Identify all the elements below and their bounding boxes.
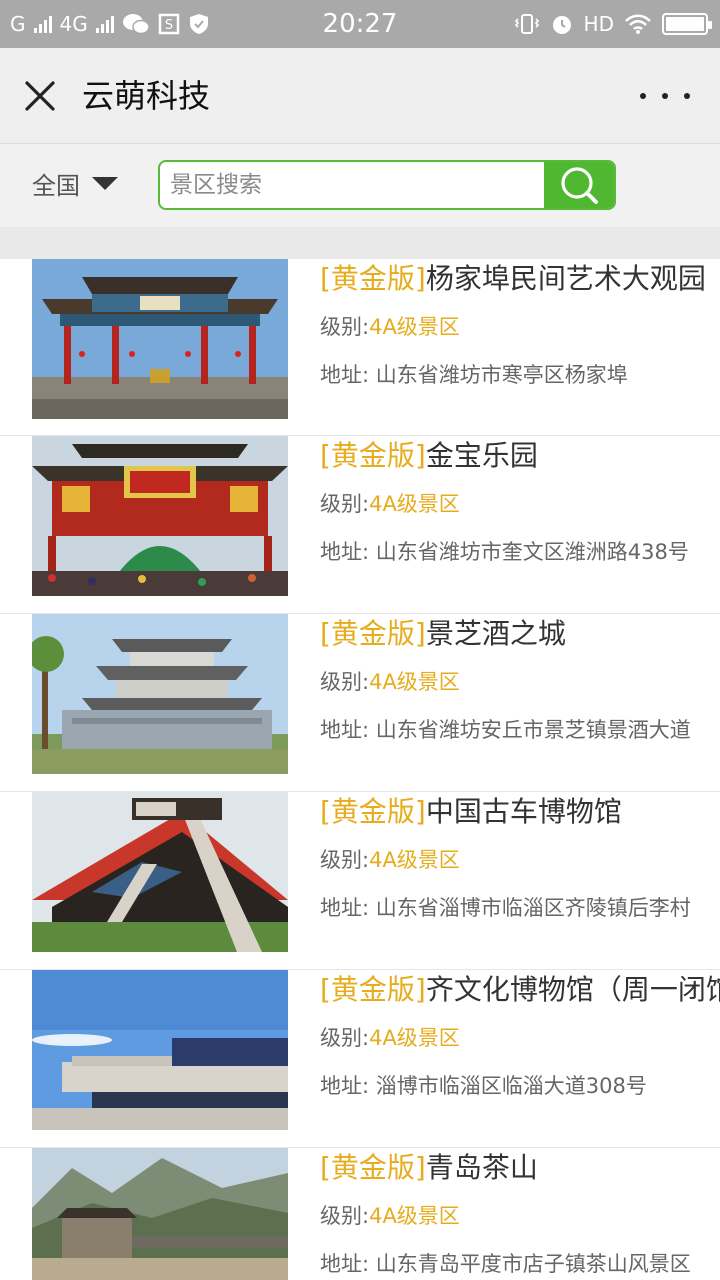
item-title: [黄金版]青岛茶山: [320, 1150, 538, 1186]
item-name: 青岛茶山: [425, 1151, 538, 1184]
search-box: [158, 160, 616, 210]
level-value: 4A级景区: [369, 1026, 460, 1050]
item-info: [黄金版]青岛茶山 级别:4A级景区 地址: 山东青岛平度市店子镇茶山风景区: [320, 1148, 720, 1280]
search-icon: [561, 167, 598, 204]
search-input[interactable]: [170, 162, 540, 208]
edition-tag: [黄金版]: [320, 1151, 426, 1184]
level-label: 级别:: [320, 492, 370, 516]
list-item[interactable]: [黄金版]杨家埠民间艺术大观园 级别:4A级景区 地址: 山东省潍坊市寒亭区杨家…: [0, 259, 720, 436]
item-info: [黄金版]景芝酒之城 级别:4A级景区 地址: 山东省潍坊安丘市景芝镇景酒大道: [320, 614, 720, 784]
section-gap: [0, 227, 720, 259]
list-item[interactable]: [黄金版]齐文化博物馆（周一闭馆） 级别:4A级景区 地址: 淄博市临淄区临淄大…: [0, 970, 720, 1148]
close-button[interactable]: [18, 74, 62, 118]
item-title: [黄金版]中国古车博物馆: [320, 794, 622, 830]
scenic-list: [黄金版]杨家埠民间艺术大观园 级别:4A级景区 地址: 山东省潍坊市寒亭区杨家…: [0, 259, 720, 1280]
list-item[interactable]: [黄金版]青岛茶山 级别:4A级景区 地址: 山东青岛平度市店子镇茶山风景区: [0, 1148, 720, 1280]
address-value: 山东省潍坊安丘市景芝镇景酒大道: [375, 718, 691, 742]
item-address: 地址: 山东省潍坊市奎文区潍洲路438号: [320, 536, 689, 566]
status-bar: G 4G S 20:27 HD: [0, 0, 720, 48]
item-title: [黄金版]齐文化博物馆（周一闭馆）: [320, 972, 720, 1008]
level-label: 级别:: [320, 315, 370, 339]
more-dot-icon: [640, 93, 646, 99]
edition-tag: [黄金版]: [320, 439, 426, 472]
region-selector[interactable]: 全国: [32, 163, 118, 203]
item-level: 级别:4A级景区: [320, 311, 460, 341]
level-value: 4A级景区: [369, 848, 460, 872]
item-address: 地址: 山东省潍坊市寒亭区杨家埠: [320, 359, 628, 389]
edition-tag: [黄金版]: [320, 617, 426, 650]
address-label: 地址:: [320, 718, 376, 742]
item-level: 级别:4A级景区: [320, 844, 460, 874]
page-title: 云萌科技: [82, 77, 211, 115]
more-dot-icon: [684, 93, 690, 99]
address-value: 山东省潍坊市寒亭区杨家埠: [375, 363, 628, 387]
level-value: 4A级景区: [369, 315, 460, 339]
scenic-photo: [32, 792, 288, 952]
item-info: [黄金版]齐文化博物馆（周一闭馆） 级别:4A级景区 地址: 淄博市临淄区临淄大…: [320, 970, 720, 1140]
edition-tag: [黄金版]: [320, 262, 426, 295]
more-dot-icon: [662, 93, 668, 99]
level-value: 4A级景区: [369, 670, 460, 694]
list-item[interactable]: [黄金版]中国古车博物馆 级别:4A级景区 地址: 山东省淄博市临淄区齐陵镇后李…: [0, 792, 720, 970]
address-label: 地址:: [320, 1252, 376, 1276]
item-level: 级别:4A级景区: [320, 1022, 460, 1052]
address-value: 淄博市临淄区临淄大道308号: [375, 1074, 647, 1098]
title-bar: 云萌科技: [0, 48, 720, 144]
level-value: 4A级景区: [369, 1204, 460, 1228]
scenic-photo: [32, 1148, 288, 1280]
address-value: 山东省淄博市临淄区齐陵镇后李村: [375, 896, 691, 920]
level-label: 级别:: [320, 848, 370, 872]
item-level: 级别:4A级景区: [320, 488, 460, 518]
edition-tag: [黄金版]: [320, 795, 426, 828]
close-icon: [25, 81, 55, 111]
address-label: 地址:: [320, 896, 376, 920]
list-item[interactable]: [黄金版]金宝乐园 级别:4A级景区 地址: 山东省潍坊市奎文区潍洲路438号: [0, 436, 720, 614]
level-label: 级别:: [320, 1204, 370, 1228]
item-info: [黄金版]金宝乐园 级别:4A级景区 地址: 山东省潍坊市奎文区潍洲路438号: [320, 436, 720, 606]
level-value: 4A级景区: [369, 492, 460, 516]
address-label: 地址:: [320, 1074, 376, 1098]
hd-label: HD: [583, 12, 614, 36]
more-menu-button[interactable]: [640, 82, 690, 110]
level-label: 级别:: [320, 670, 370, 694]
item-title: [黄金版]杨家埠民间艺术大观园: [320, 261, 706, 297]
scenic-photo: [32, 436, 288, 596]
item-name: 金宝乐园: [425, 439, 538, 472]
scenic-photo: [32, 259, 288, 419]
battery-icon: [662, 13, 712, 35]
item-address: 地址: 山东青岛平度市店子镇茶山风景区: [320, 1248, 691, 1278]
item-name: 景芝酒之城: [425, 617, 566, 650]
address-value: 山东省潍坊市奎文区潍洲路438号: [375, 540, 689, 564]
item-info: [黄金版]中国古车博物馆 级别:4A级景区 地址: 山东省淄博市临淄区齐陵镇后李…: [320, 792, 720, 962]
list-item[interactable]: [黄金版]景芝酒之城 级别:4A级景区 地址: 山东省潍坊安丘市景芝镇景酒大道: [0, 614, 720, 792]
address-label: 地址:: [320, 363, 376, 387]
item-level: 级别:4A级景区: [320, 666, 460, 696]
item-name: 杨家埠民间艺术大观园: [425, 262, 706, 295]
item-title: [黄金版]景芝酒之城: [320, 616, 566, 652]
status-right: HD: [514, 0, 712, 48]
item-level: 级别:4A级景区: [320, 1200, 460, 1230]
search-button[interactable]: [544, 162, 614, 208]
level-label: 级别:: [320, 1026, 370, 1050]
address-value: 山东青岛平度市店子镇茶山风景区: [375, 1252, 691, 1276]
edition-tag: [黄金版]: [320, 973, 426, 1006]
item-address: 地址: 山东省淄博市临淄区齐陵镇后李村: [320, 892, 691, 922]
vibrate-icon: [514, 14, 539, 34]
item-name: 中国古车博物馆: [425, 795, 622, 828]
search-bar: 全国: [0, 145, 720, 227]
item-title: [黄金版]金宝乐园: [320, 438, 538, 474]
item-address: 地址: 淄博市临淄区临淄大道308号: [320, 1070, 647, 1100]
item-info: [黄金版]杨家埠民间艺术大观园 级别:4A级景区 地址: 山东省潍坊市寒亭区杨家…: [320, 259, 720, 429]
item-address: 地址: 山东省潍坊安丘市景芝镇景酒大道: [320, 714, 691, 744]
scenic-photo: [32, 970, 288, 1130]
wifi-icon: [625, 14, 651, 34]
region-label: 全国: [32, 171, 80, 200]
scenic-photo: [32, 614, 288, 774]
alarm-icon: [552, 16, 571, 34]
caret-down-icon: [92, 176, 118, 190]
item-name: 齐文化博物馆（周一闭馆）: [425, 973, 720, 1006]
address-label: 地址:: [320, 540, 376, 564]
